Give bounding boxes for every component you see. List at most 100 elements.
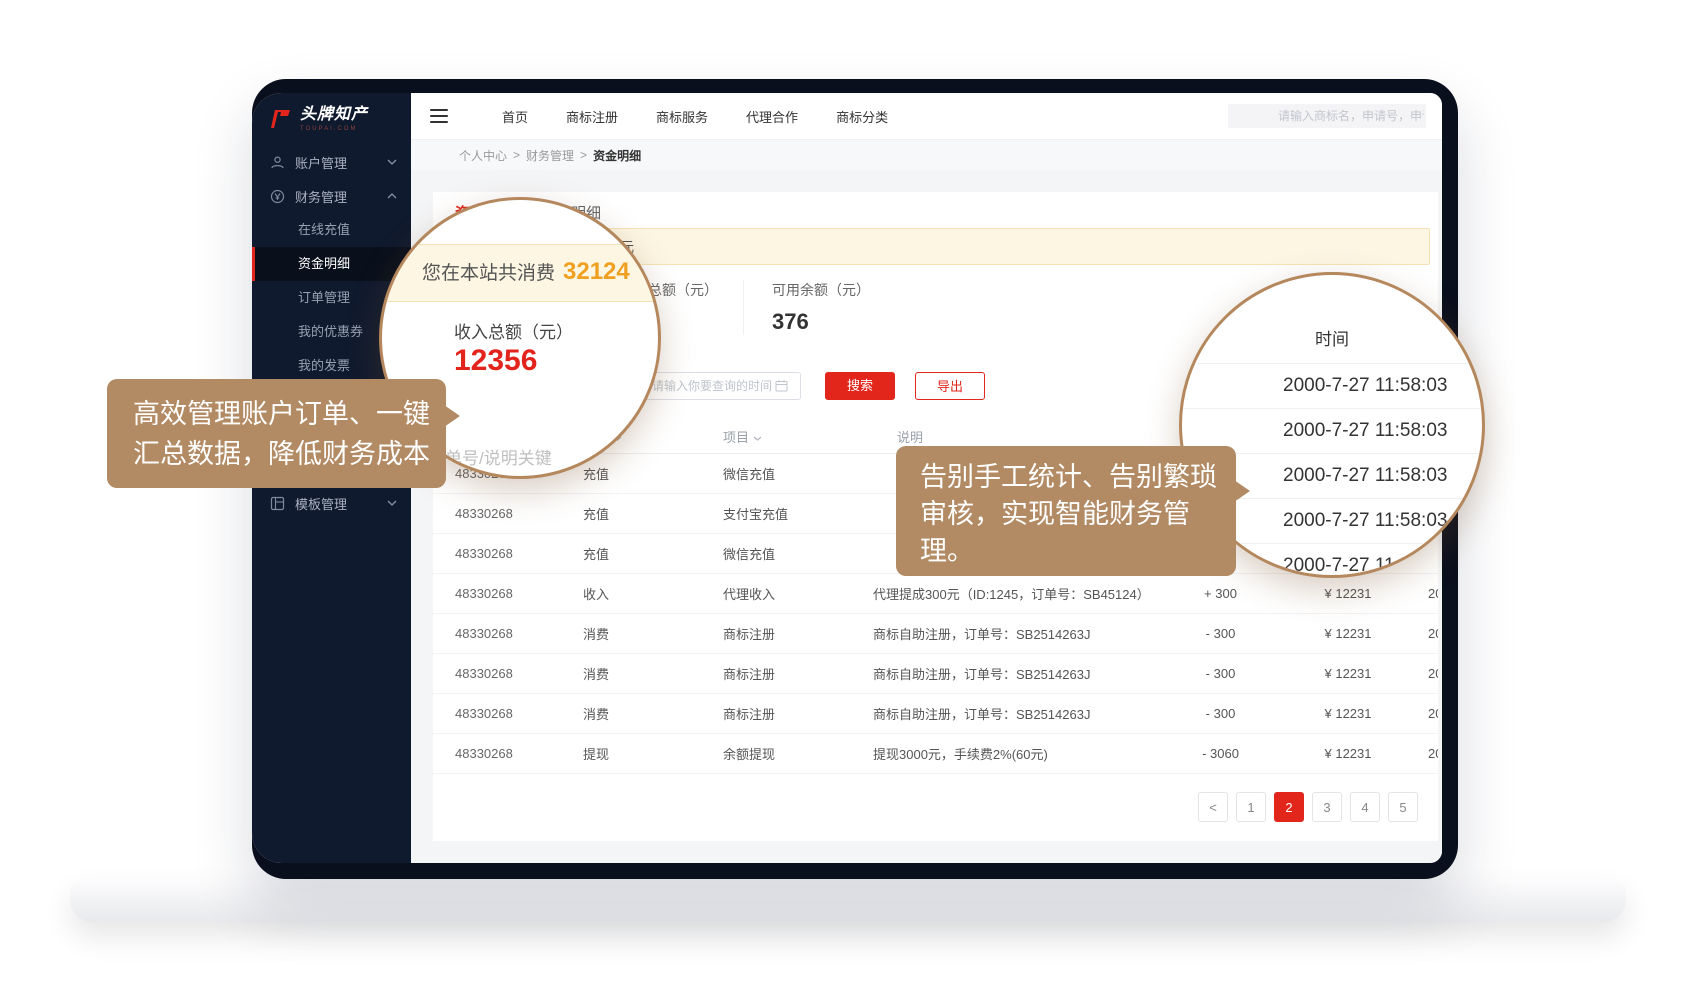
cell-time: 2000-7-27 11:58:03 xyxy=(1428,666,1438,681)
trademark-search-input[interactable] xyxy=(1228,104,1426,128)
cell-project: 微信充值 xyxy=(723,544,873,563)
cell-amount: - 300 xyxy=(1173,666,1268,681)
brand-name: 头牌知产 xyxy=(300,107,368,123)
topnav-tab[interactable]: 首页 xyxy=(502,107,528,126)
lens-time-header: 时间 xyxy=(1182,325,1482,350)
brand-logo[interactable]: 头牌知产 TOUPAI.COM xyxy=(252,93,411,145)
topnav-tabs: 首页 商标注册 商标服务 代理合作 商标分类 xyxy=(502,107,888,126)
pagination-page-1[interactable]: 1 xyxy=(1236,792,1266,822)
cell-amount: - 300 xyxy=(1173,706,1268,721)
cell-project: 微信充值 xyxy=(723,464,873,483)
chevron-down-icon xyxy=(387,159,397,165)
cell-type: 充值 xyxy=(583,504,723,523)
cell-desc: 商标自助注册，订单号：SB2514263J xyxy=(873,664,1173,683)
cell-order: 48330268 xyxy=(455,706,583,721)
lens-banner-text: 您在本站共消费32124 xyxy=(422,258,630,286)
stat-balance-label: 可用余额（元） xyxy=(772,280,943,300)
cell-balance: ¥ 12231 xyxy=(1268,586,1428,601)
lens-stat-value: 12356 xyxy=(454,344,537,378)
lens-stat-label: 收入总额（元） xyxy=(454,318,573,343)
sort-caret-icon xyxy=(753,429,762,444)
template-icon xyxy=(270,496,285,511)
pagination-page-3[interactable]: 3 xyxy=(1312,792,1342,822)
cell-project: 余额提现 xyxy=(723,744,873,763)
topnav-tab[interactable]: 商标注册 xyxy=(566,107,618,126)
breadcrumb-item[interactable]: 财务管理 xyxy=(526,147,574,164)
cell-balance: ¥ 12231 xyxy=(1268,666,1428,681)
callout-left-arrow xyxy=(444,405,460,427)
brand-logo-icon xyxy=(268,107,292,131)
topnav-tab[interactable]: 商标分类 xyxy=(836,107,888,126)
table-row: 48330268消费商标注册商标自助注册，订单号：SB2514263J- 300… xyxy=(433,694,1438,734)
sidebar-group-label: 财务管理 xyxy=(295,187,347,206)
cell-amount: - 300 xyxy=(1173,626,1268,641)
cell-amount: + 300 xyxy=(1173,586,1268,601)
chevron-down-icon xyxy=(387,500,397,506)
sidebar-item-在线充值[interactable]: 在线充值 xyxy=(252,213,411,247)
sidebar-group-财务管理[interactable]: 财务管理 xyxy=(252,179,411,213)
cell-type: 充值 xyxy=(583,544,723,563)
cell-time: 2000-7-27 11:58:03 xyxy=(1428,746,1438,761)
laptop-base xyxy=(70,880,1626,922)
cell-balance: ¥ 12231 xyxy=(1268,746,1428,761)
sidebar-group-模板管理[interactable]: 模板管理 xyxy=(252,486,411,520)
callout-left-line: 高效管理账户订单、一键 xyxy=(133,394,446,434)
pagination-prev-button[interactable]: < xyxy=(1198,792,1228,822)
breadcrumb-separator: > xyxy=(513,148,520,162)
finance-icon xyxy=(270,189,285,204)
calendar-icon xyxy=(775,379,788,397)
breadcrumb-item[interactable]: 资金明细 xyxy=(593,147,641,164)
column-header-project[interactable]: 项目 xyxy=(723,427,873,446)
export-button[interactable]: 导出 xyxy=(915,372,985,400)
breadcrumb-separator: > xyxy=(580,148,587,162)
sidebar-group-label: 模板管理 xyxy=(295,494,347,513)
brand-tagline: TOUPAI.COM xyxy=(300,126,368,132)
breadcrumb: 个人中心 > 财务管理 > 资金明细 xyxy=(411,140,1442,170)
stat-balance: 可用余额（元） 376 xyxy=(743,280,943,335)
cell-order: 48330268 xyxy=(455,746,583,761)
cell-desc: 提现3000元，手续费2%(60元) xyxy=(873,744,1173,763)
callout-left: 高效管理账户订单、一键汇总数据，降低财务成本 xyxy=(107,379,446,488)
table-row: 48330268消费商标注册商标自助注册，订单号：SB2514263J- 300… xyxy=(433,654,1438,694)
table-row: 48330268消费商标注册商标自助注册，订单号：SB2514263J- 300… xyxy=(433,614,1438,654)
sidebar-group-账户管理[interactable]: 账户管理 xyxy=(252,145,411,179)
pagination: <12345 xyxy=(1198,792,1418,822)
cell-project: 商标注册 xyxy=(723,624,873,643)
cell-order: 48330268 xyxy=(455,546,583,561)
cell-desc: 商标自助注册，订单号：SB2514263J xyxy=(873,624,1173,643)
cell-project: 支付宝充值 xyxy=(723,504,873,523)
cell-order: 48330268 xyxy=(455,626,583,641)
cell-balance: ¥ 12231 xyxy=(1268,626,1428,641)
cell-order: 48330268 xyxy=(455,586,583,601)
hamburger-menu-icon[interactable] xyxy=(430,109,448,123)
callout-right-arrow xyxy=(1234,480,1250,502)
table-row: 48330268收入代理收入代理提成300元（ID:1245，订单号：SB451… xyxy=(433,574,1438,614)
cell-type: 消费 xyxy=(583,704,723,723)
callout-left-line: 汇总数据，降低财务成本 xyxy=(133,434,446,474)
callout-right-line: 理。 xyxy=(920,533,1236,570)
cell-project: 代理收入 xyxy=(723,584,873,603)
lens-time-row: 2000-7-27 11:58:03 xyxy=(1179,363,1485,408)
callout-right-line: 审核，实现智能财务管 xyxy=(920,496,1236,533)
cell-type: 提现 xyxy=(583,744,723,763)
cell-order: 48330268 xyxy=(455,506,583,521)
topnav-tab[interactable]: 商标服务 xyxy=(656,107,708,126)
pagination-page-5[interactable]: 5 xyxy=(1388,792,1418,822)
top-navbar: 首页 商标注册 商标服务 代理合作 商标分类 xyxy=(411,93,1442,140)
search-button[interactable]: 搜索 xyxy=(825,372,895,400)
cell-time: 2000-7-27 11:58:03 xyxy=(1428,586,1438,601)
topnav-tab[interactable]: 代理合作 xyxy=(746,107,798,126)
callout-right-line: 告别手工统计、告别繁琐 xyxy=(920,459,1236,496)
cell-balance: ¥ 12231 xyxy=(1268,706,1428,721)
cell-desc: 商标自助注册，订单号：SB2514263J xyxy=(873,704,1173,723)
cell-type: 消费 xyxy=(583,664,723,683)
pagination-page-4[interactable]: 4 xyxy=(1350,792,1380,822)
user-icon xyxy=(270,155,285,170)
breadcrumb-item[interactable]: 个人中心 xyxy=(459,147,507,164)
cell-desc: 代理提成300元（ID:1245，订单号：SB45124） xyxy=(873,584,1173,603)
chevron-up-icon xyxy=(387,193,397,199)
pagination-page-2[interactable]: 2 xyxy=(1274,792,1304,822)
cell-time: 2000-7-27 11:58:03 xyxy=(1428,706,1438,721)
cell-project: 商标注册 xyxy=(723,664,873,683)
table-row: 48330268提现余额提现提现3000元，手续费2%(60元)- 3060¥ … xyxy=(433,734,1438,774)
